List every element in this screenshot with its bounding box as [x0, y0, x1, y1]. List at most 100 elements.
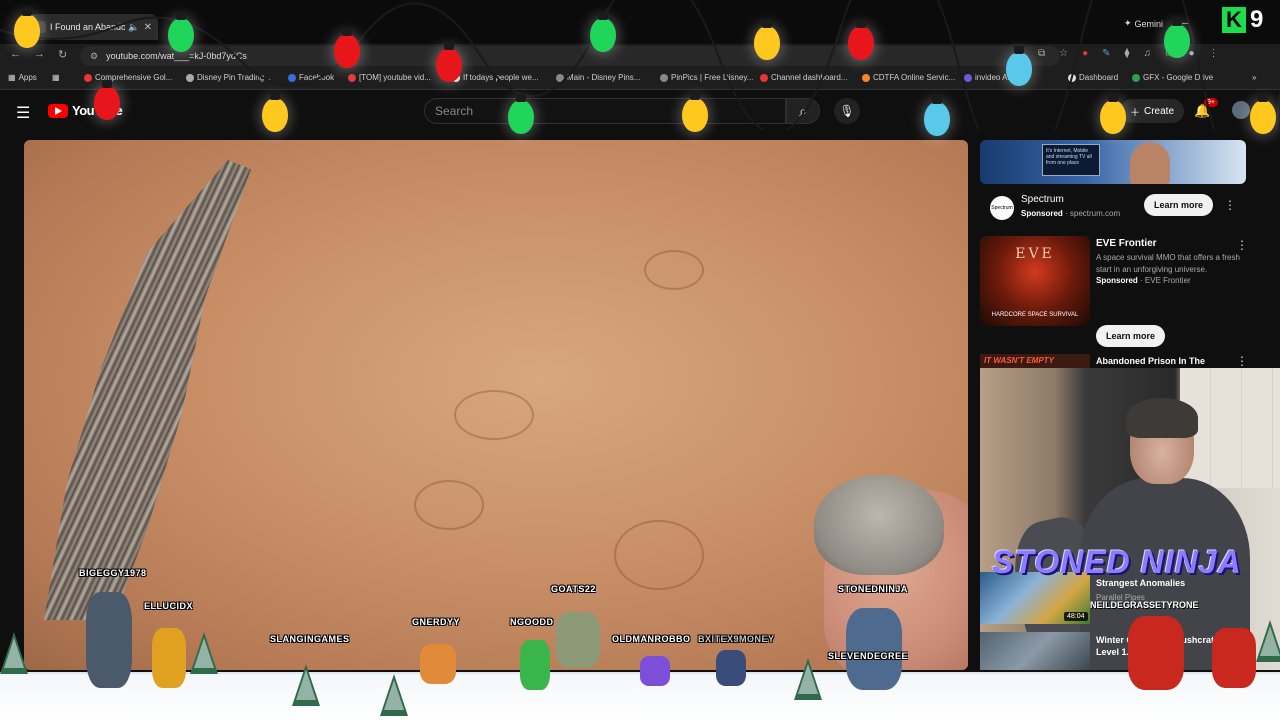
player-username: BXITEX9MONEY — [698, 634, 775, 644]
pine-tree-icon — [380, 674, 408, 716]
bookmark-item[interactable]: [TOM] youtube vid... — [348, 73, 431, 82]
bookmark-star-icon[interactable]: ☆ — [1059, 48, 1068, 59]
learn-more-button[interactable]: Learn more — [1096, 325, 1166, 347]
reload-icon[interactable]: ↻ — [58, 48, 67, 61]
ad-title: Spectrum — [1021, 194, 1064, 205]
create-button[interactable]: ＋ Create — [1120, 99, 1185, 123]
video-paw-print — [414, 480, 484, 530]
extension-red-icon[interactable]: ● — [1082, 48, 1088, 59]
video-paw-print — [614, 520, 704, 590]
profile-icon[interactable]: ● — [1188, 48, 1194, 59]
player-sprite — [716, 650, 746, 686]
bookmark-item[interactable]: Channel dashboard... — [760, 73, 848, 82]
bookmark-item[interactable]: GFX - Google Drive — [1132, 73, 1213, 82]
tab-close-icon[interactable]: ✕ — [144, 22, 152, 33]
spectrum-logo: Spectrum — [990, 196, 1014, 220]
bookmark-favicon-icon — [760, 73, 768, 82]
video-thumbnail: IT WASN'T EMPTY — [980, 354, 1090, 368]
extensions-puzzle-icon[interactable]: ⧫ — [1125, 48, 1130, 59]
search-icon[interactable]: ⌕ — [786, 98, 820, 124]
back-icon[interactable]: ← — [10, 48, 21, 60]
url-text: youtube.com/wat___=kJ-0bd7ydCs — [106, 51, 247, 61]
video-duration: 48:04 — [1064, 612, 1088, 621]
avatar[interactable] — [1232, 101, 1250, 119]
more-options-icon[interactable]: ⋮ — [1236, 238, 1248, 252]
gemini-button[interactable]: ✦ Gemini — [1124, 18, 1163, 29]
bookmark-label: Dashboard — [1079, 73, 1119, 82]
player-sprite — [1212, 628, 1256, 688]
bookmark-item[interactable]: Comprehensive Gol... — [84, 73, 172, 82]
video-paw-print — [454, 390, 534, 440]
learn-more-button[interactable]: Learn more — [1144, 194, 1214, 216]
search-input[interactable]: Search — [424, 98, 786, 124]
bookmark-item[interactable]: Disney Pin Trading... — [186, 73, 271, 82]
christmas-bulb-icon — [754, 20, 780, 60]
k9-number: 9 — [1250, 6, 1264, 33]
christmas-bulb-icon — [94, 80, 120, 120]
eve-ad-thumbnail: EVE HARDCORE SPACE SURVIVAL — [980, 236, 1090, 326]
site-info-icon[interactable]: ⚙ — [90, 51, 98, 62]
player-username: GOATS22 — [551, 584, 596, 594]
bookmark-label: Apps — [18, 73, 37, 82]
bookmark-apps[interactable]: ▦ Apps — [8, 73, 37, 82]
bookmark-label: Facebook — [299, 73, 335, 82]
christmas-bulb-icon — [334, 28, 360, 68]
recommended-video[interactable]: IT WASN'T EMPTY Abandoned Prison In The … — [980, 354, 1250, 368]
eve-frontier-ad[interactable]: EVE HARDCORE SPACE SURVIVAL EVE Frontier… — [980, 236, 1250, 354]
microphone-icon[interactable]: 🎙 — [834, 98, 860, 124]
player-username: GNERDYY — [412, 617, 461, 627]
recommended-video[interactable]: Winter C... Raised Bushcrat... Level 1..… — [980, 632, 1250, 670]
extension-tool-icon[interactable]: ✎ — [1102, 48, 1110, 59]
bookmark-item[interactable]: Dashboard — [1068, 73, 1118, 82]
bookmark-label: GFX - Google Drive — [1143, 73, 1214, 82]
video-paw-print — [644, 250, 704, 290]
bookmark-favicon-icon — [288, 73, 296, 82]
bookmark-label: Disney Pin Trading... — [197, 73, 271, 82]
url-field[interactable]: ⚙ youtube.com/wat___=kJ-0bd7ydCs — [80, 46, 1060, 66]
bookmark-item[interactable]: CDTFA Online Servic... — [862, 73, 955, 82]
tab-title: I Found an Abandoned — [50, 22, 126, 32]
k9-logo: K 9 — [1222, 6, 1274, 34]
bookmark-label: PinPics | Free Disney... — [671, 73, 754, 82]
bookmark-item[interactable]: If todays people we... — [452, 73, 539, 82]
more-options-icon[interactable]: ⋮ — [1236, 354, 1248, 368]
ad-subline: Sponsored · EVE Frontier — [1096, 276, 1191, 285]
youtube-header: ☰ YouTube Search ⌕ 🎙 ＋ Create 🔔 9+ — [0, 91, 1280, 133]
youtube-play-icon — [48, 103, 68, 118]
bookmarks-overflow-icon[interactable]: » — [1252, 73, 1256, 82]
more-options-icon[interactable]: ⋮ — [1224, 198, 1236, 212]
player-sprite — [420, 644, 456, 684]
christmas-bulb-icon — [508, 94, 534, 134]
ad-subline: Sponsored · spectrum.com — [1021, 209, 1121, 218]
media-control-icon[interactable]: ♫ — [1144, 48, 1152, 59]
player-sprite — [640, 656, 670, 686]
tab-audio-icon[interactable]: 🔈 — [128, 22, 139, 33]
spectrum-ad-person — [1130, 142, 1170, 184]
video-player[interactable] — [24, 140, 968, 670]
gemini-label: Gemini — [1134, 18, 1164, 29]
chrome-menu-icon[interactable]: ⋮ — [1209, 48, 1219, 59]
player-sprite — [846, 608, 902, 690]
bookmark-label: Main - Disney Pins... — [567, 73, 641, 82]
open-in-app-icon[interactable]: ⧉ — [1038, 48, 1045, 59]
bookmark-item[interactable]: Facebook — [288, 73, 334, 82]
hamburger-menu-icon[interactable]: ☰ — [16, 103, 30, 123]
bookmark-item[interactable]: PinPics | Free Disney... — [660, 73, 753, 82]
tab-groups-icon[interactable]: ▦ — [52, 73, 60, 82]
christmas-bulb-icon — [1100, 94, 1126, 134]
browser-tab-active[interactable]: I Found an Abandoned 🔈 ✕ — [28, 14, 158, 40]
christmas-bulb-icon — [590, 12, 616, 52]
forward-icon[interactable]: → — [34, 48, 45, 60]
player-username: STONEDNINJA — [838, 584, 908, 594]
spectrum-ad[interactable]: It's Internet, Mobile and streaming TV a… — [980, 140, 1246, 228]
player-username: NGOODD — [510, 617, 554, 627]
bookmark-favicon-icon — [186, 73, 194, 82]
address-bar-row: ← → ↻ ⚙ youtube.com/wat___=kJ-0bd7ydCs ⧉… — [0, 44, 1280, 68]
player-sprite — [520, 640, 550, 690]
chat-username: NEILDEGRASSETYRONE — [1090, 600, 1199, 610]
bookmark-favicon-icon — [84, 73, 92, 82]
video-glove — [814, 475, 944, 575]
bookmark-label: If todays people we... — [463, 73, 539, 82]
apps-grid-icon: ▦ — [8, 73, 16, 82]
bookmark-item[interactable]: Main - Disney Pins... — [556, 73, 640, 82]
